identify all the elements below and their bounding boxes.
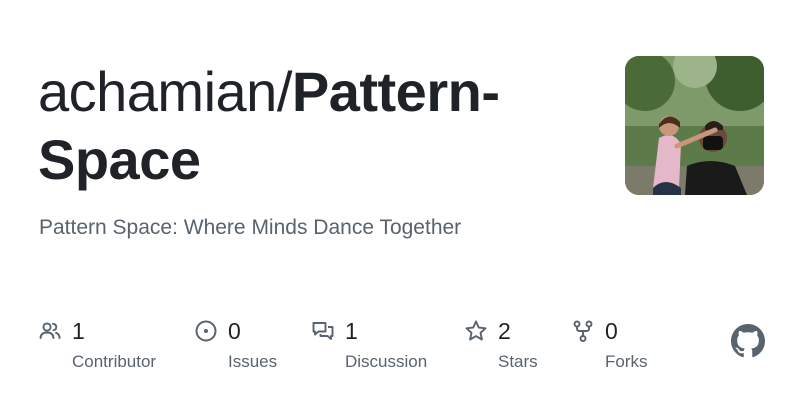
github-logo-icon[interactable] — [731, 324, 765, 358]
fork-icon — [573, 320, 593, 342]
repo-owner[interactable]: achamian/ — [38, 60, 292, 123]
issues-label: Issues — [228, 352, 278, 371]
stat-contributors[interactable]: 1 Contributor — [38, 316, 156, 371]
stat-stars[interactable]: 2 Stars — [464, 316, 538, 371]
stat-forks[interactable]: 0 Forks — [571, 316, 648, 371]
contributors-label: Contributor — [72, 352, 157, 371]
repo-description: Pattern Space: Where Minds Dance Togethe… — [39, 216, 462, 239]
people-icon — [39, 322, 61, 339]
stars-count: 2 — [498, 317, 511, 344]
repo-title[interactable]: achamian/Pattern-Space — [38, 58, 598, 194]
forks-count: 0 — [605, 317, 618, 344]
stat-issues[interactable]: 0 Issues — [194, 316, 277, 371]
contributors-count: 1 — [72, 317, 85, 344]
avatar — [625, 56, 764, 195]
issues-count: 0 — [228, 317, 241, 344]
forks-label: Forks — [605, 352, 648, 371]
stars-label: Stars — [498, 352, 538, 371]
stat-discussions[interactable]: 1 Discussion — [311, 316, 427, 371]
discussions-label: Discussion — [345, 352, 428, 371]
discussion-icon — [312, 322, 334, 340]
star-icon — [465, 320, 487, 341]
issue-opened-icon — [195, 320, 217, 342]
discussions-count: 1 — [345, 317, 358, 344]
repo-stats: 1 Contributor 0 Issues 1 Discussion 2 St… — [38, 316, 738, 376]
user-avatar-photo — [625, 56, 764, 195]
